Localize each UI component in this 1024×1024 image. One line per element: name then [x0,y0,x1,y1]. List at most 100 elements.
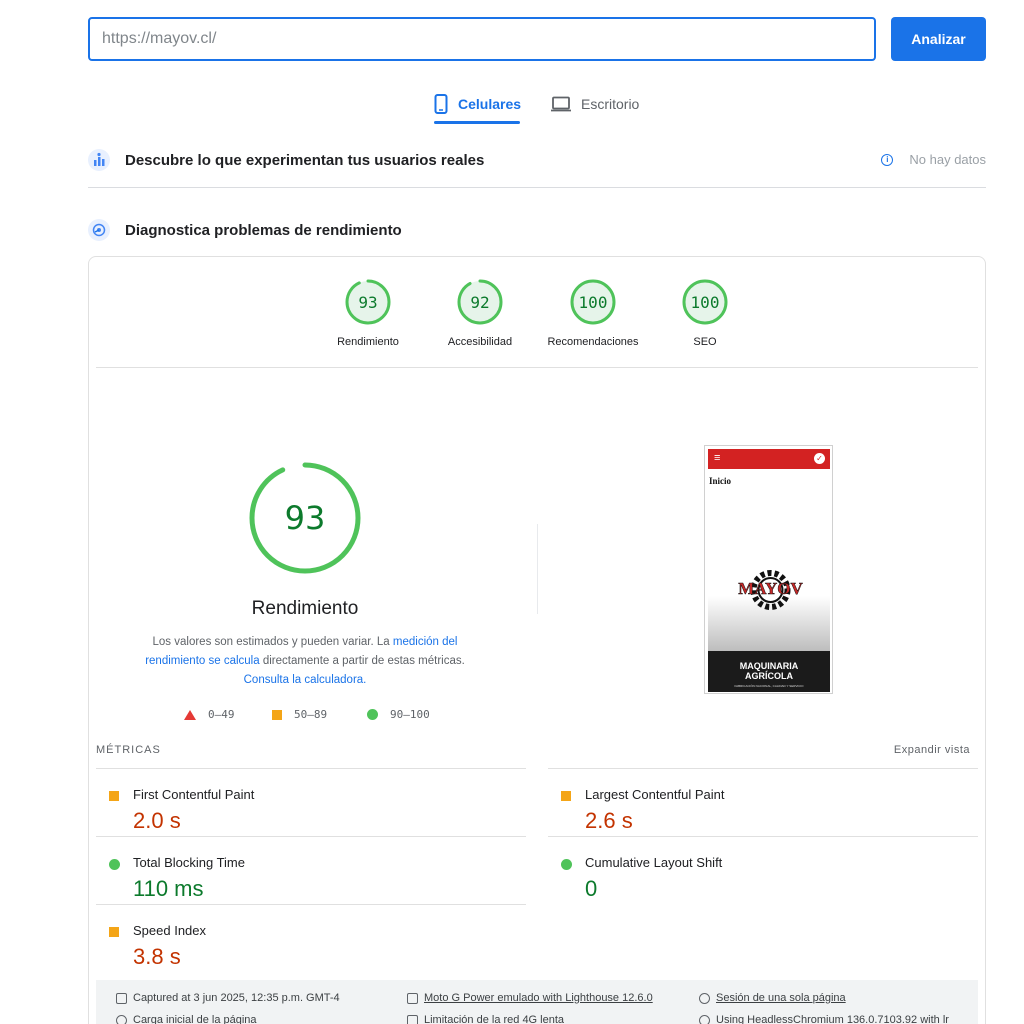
gauge-label: Rendimiento [337,336,399,348]
no-data-label: No hay datos [909,152,986,167]
metric-name: First Contentful Paint [133,787,255,802]
page-screenshot-preview: ≡ ✓ Inicio MAYOV MAQUINARIA AGRÍCOLA FAB… [704,445,833,694]
legend-range: 50–89 [294,708,328,721]
pass-circle-icon [561,859,572,870]
check-circle-icon: ✓ [814,453,825,464]
average-square-icon [561,791,571,801]
session-icon [699,992,710,1004]
average-square-icon [109,927,119,937]
metrics-heading: MÉTRICAS [96,744,161,756]
metric-name: Total Blocking Time [133,855,245,870]
users-chart-icon [88,149,110,171]
performance-label: Rendimiento [251,598,359,619]
metric-divider [96,768,526,769]
metric-value: 0 [585,876,598,901]
browser-version[interactable]: Using HeadlessChromium 136.0.7103.92 wit… [699,1014,949,1024]
gauge-score: 100 [578,292,608,312]
laptop-icon [551,96,571,112]
devices-icon [407,992,418,1004]
legend-range: 90–100 [390,708,430,721]
runtime-settings: Captured at 3 jun 2025, 12:35 p.m. GMT-4… [96,980,978,1024]
metric-speed-index: Speed Index 3.8 s [96,912,516,972]
captured-time: Captured at 3 jun 2025, 12:35 p.m. GMT-4 [116,992,340,1004]
metric-value: 2.0 s [133,808,181,833]
network-text: Limitación de la red 4G lenta [424,1014,565,1024]
calculator-link[interactable]: Consulta la calculadora. [244,674,367,686]
gauge-label: Recomendaciones [547,336,639,348]
gauge-label: Accesibilidad [447,336,513,348]
session-type[interactable]: Sesión de una sola página [699,992,846,1004]
metric-tbt: Total Blocking Time 110 ms [96,844,516,904]
calendar-icon [116,992,127,1004]
url-input[interactable] [88,17,876,61]
legend-fail: 0–49 [184,708,235,721]
score-legend: 0–49 50–89 90–100 [0,708,1024,724]
pass-circle-icon [367,709,378,720]
timer-icon [116,1014,127,1024]
legend-average: 50–89 [272,708,327,721]
metric-lcp: Largest Contentful Paint 2.6 s [548,776,968,836]
no-data-status: i No hay datos [881,152,986,167]
metric-name: Speed Index [133,923,207,938]
legend-pass: 90–100 [367,708,430,721]
preview-tagline: MAQUINARIA AGRÍCOLA [708,661,830,681]
browser-text: Using HeadlessChromium 136.0.7103.92 wit… [716,1014,949,1024]
device-text: Moto G Power emulado with Lighthouse 12.… [424,992,653,1004]
metric-value: 3.8 s [133,944,181,969]
gauges-divider [96,367,978,368]
tab-mobile-label: Celulares [458,96,522,112]
gauge-best-practices[interactable]: 100 Recomendaciones [538,278,648,348]
gauge-accessibility[interactable]: 92 Accesibilidad [425,278,535,348]
gauge-score: 92 [470,292,490,312]
field-data-header[interactable]: Descubre lo que experimentan tus usuario… [88,148,986,172]
metric-value: 110 ms [133,876,204,901]
legend-range: 0–49 [208,708,235,721]
metric-name: Cumulative Layout Shift [585,855,723,870]
load-type[interactable]: Carga inicial de la página [116,1014,257,1024]
preview-header-bar: ≡ ✓ [708,449,830,469]
metric-fcp: First Contentful Paint 2.0 s [96,776,516,836]
metric-divider [96,904,526,905]
globe-icon [699,1014,710,1024]
gauge-score: 93 [358,292,378,312]
metric-value: 2.6 s [585,808,633,833]
tab-mobile[interactable]: Celulares [434,84,521,124]
smartphone-icon [434,94,448,114]
field-data-title: Descubre lo que experimentan tus usuario… [125,151,485,169]
hamburger-menu-icon: ≡ [714,452,721,464]
network-throttling[interactable]: Limitación de la red 4G lenta [407,1014,564,1024]
vertical-separator [537,524,538,614]
preview-page-heading: Inicio [709,476,732,486]
device-tabs: Celulares Escritorio [0,84,1024,124]
section-divider [88,187,986,188]
pass-circle-icon [109,859,120,870]
gauge-seo[interactable]: 100 SEO [650,278,760,348]
performance-score: 93 [284,499,326,537]
desc-text: directamente a partir de estas métricas. [259,655,465,667]
info-icon: i [881,153,894,166]
load-text: Carga inicial de la página [133,1014,257,1024]
expand-view-toggle[interactable]: Expandir vista [860,744,970,756]
gauge-score: 100 [690,292,720,312]
session-text: Sesión de una sola página [716,992,846,1004]
preview-brand: MAYOV [738,579,803,598]
metric-cls: Cumulative Layout Shift 0 [548,844,968,904]
device-emulation[interactable]: Moto G Power emulado with Lighthouse 12.… [407,992,653,1004]
performance-description: Los valores son estimados y pueden varia… [140,633,470,690]
metric-divider [548,836,978,837]
desc-text: Los valores son estimados y pueden varia… [152,636,393,648]
tab-desktop[interactable]: Escritorio [551,84,639,124]
metric-divider [96,836,526,837]
lab-data-header: Diagnostica problemas de rendimiento [88,218,986,242]
gauge-performance[interactable]: 93 Rendimiento [313,278,423,348]
mayov-logo-icon: MAYOV [738,570,804,610]
tab-desktop-label: Escritorio [581,96,640,112]
analyze-button[interactable]: Analizar [891,17,986,61]
wifi-icon [407,1014,418,1024]
average-square-icon [109,791,119,801]
average-square-icon [272,709,282,720]
metric-name: Largest Contentful Paint [585,787,725,802]
active-tab-indicator [434,121,520,124]
diagnostics-icon [88,219,110,241]
gauge-label: SEO [693,336,717,348]
